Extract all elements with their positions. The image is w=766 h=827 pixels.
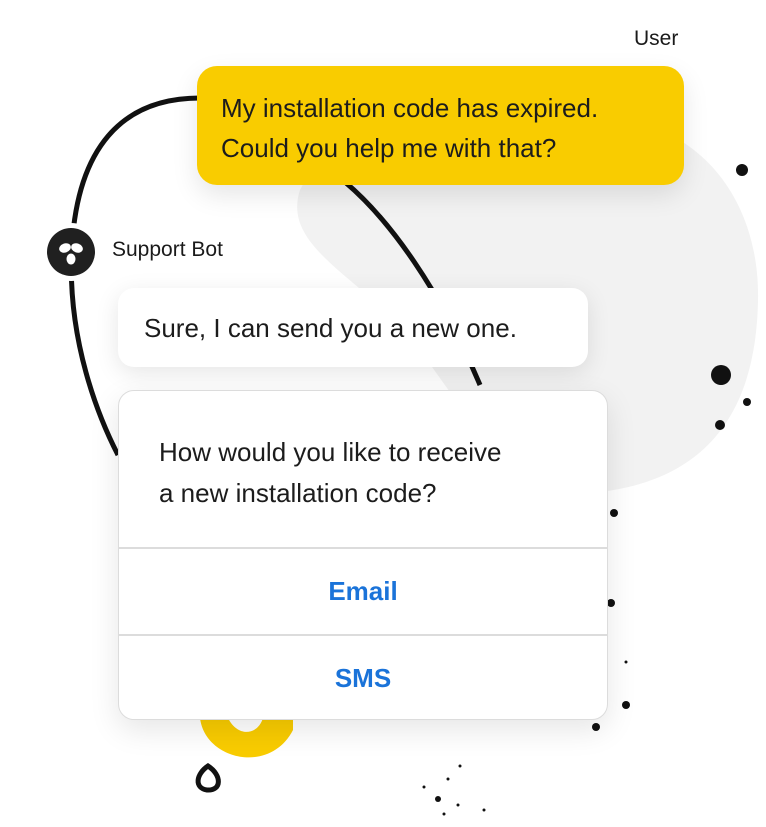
dot xyxy=(610,509,618,517)
user-message-line: My installation code has expired. xyxy=(221,93,599,123)
dot xyxy=(458,764,462,768)
dot xyxy=(736,164,748,176)
bot-name-label: Support Bot xyxy=(112,238,223,261)
question-line: a new installation code? xyxy=(159,478,437,508)
dot xyxy=(622,701,630,709)
dot xyxy=(482,808,486,812)
dot xyxy=(446,777,450,781)
user-label: User xyxy=(634,27,679,50)
dot xyxy=(592,723,600,731)
bot-logo-icon xyxy=(59,243,83,265)
dot xyxy=(435,796,441,802)
dot xyxy=(624,660,628,664)
dot xyxy=(422,785,426,789)
dot xyxy=(456,803,460,807)
quick-reply-question: How would you like to receive a new inst… xyxy=(119,391,607,549)
dot xyxy=(607,599,615,607)
email-option-button[interactable]: Email xyxy=(119,549,607,636)
dot xyxy=(711,365,731,385)
bot-message-bubble: Sure, I can send you a new one. xyxy=(118,288,588,367)
question-line: How would you like to receive xyxy=(159,437,502,467)
dot xyxy=(442,812,446,816)
quick-reply-card: How would you like to receive a new inst… xyxy=(118,390,608,720)
user-message-line: Could you help me with that? xyxy=(221,133,557,163)
yellow-ring-fragment xyxy=(200,718,293,758)
dot xyxy=(743,398,751,406)
sms-option-button[interactable]: SMS xyxy=(119,636,607,719)
user-message-bubble: My installation code has expired. Could … xyxy=(197,66,684,185)
dot xyxy=(715,420,725,430)
black-drop-shape xyxy=(195,763,221,793)
bot-avatar xyxy=(47,228,95,276)
